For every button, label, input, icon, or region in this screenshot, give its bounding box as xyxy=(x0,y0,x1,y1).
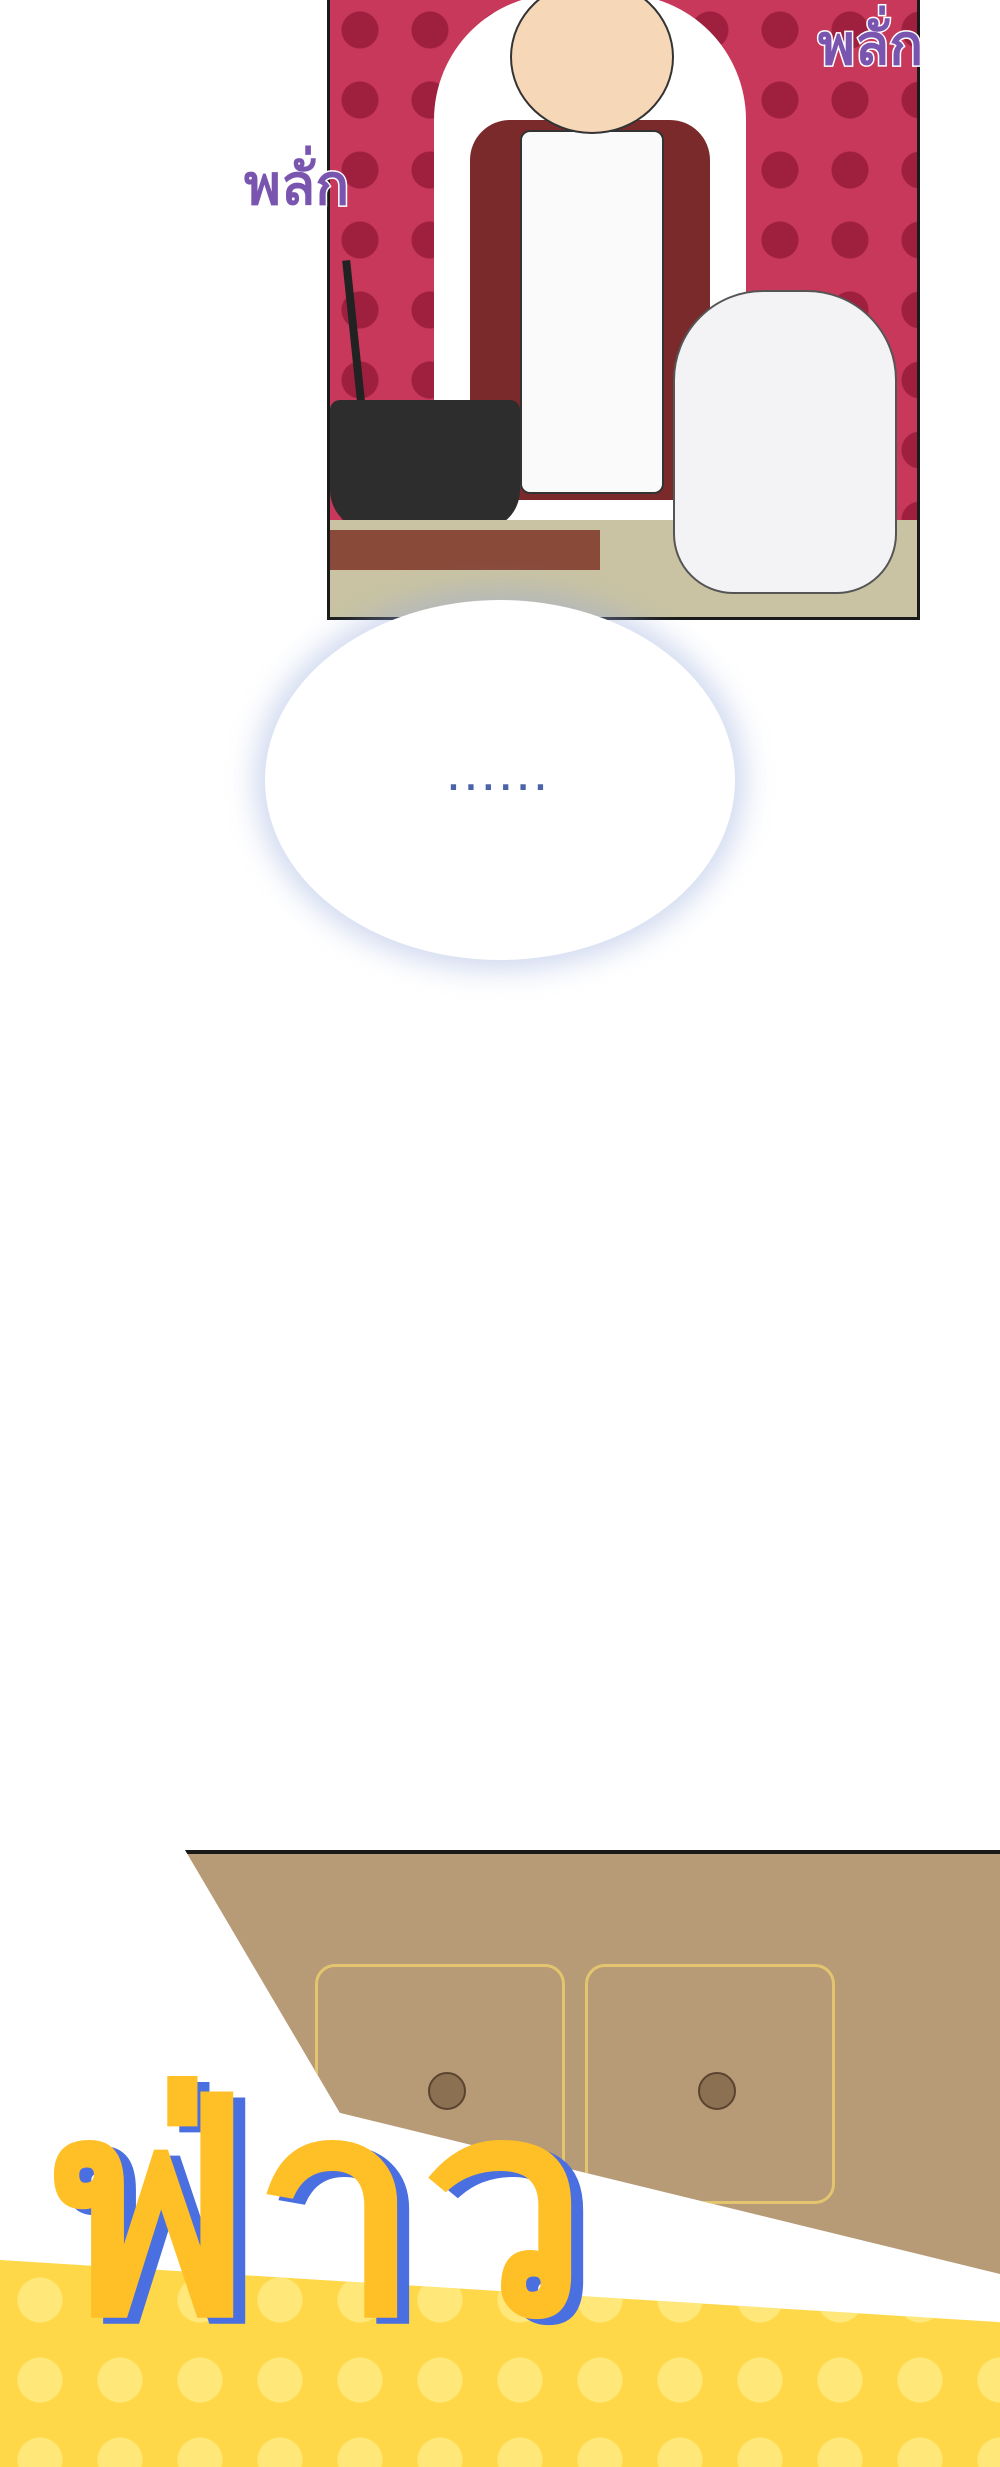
big-sound-effect: ฟ่าว xyxy=(40,2035,590,2384)
winged-bunny-creature xyxy=(673,290,897,594)
sound-effect-left: พลั่ก xyxy=(242,152,350,220)
speech-bubble-text: ...... xyxy=(447,762,553,798)
cabinet-knob-right xyxy=(697,2072,736,2111)
chopsticks xyxy=(342,259,366,411)
maid-head xyxy=(510,0,674,134)
cabinet-door-right xyxy=(585,1964,835,2204)
cooking-pot xyxy=(330,400,520,530)
wooden-board xyxy=(330,530,600,570)
maid-apron xyxy=(520,130,664,494)
sound-effect-right: พลั่ก xyxy=(816,12,924,80)
speech-bubble: ...... xyxy=(265,600,735,960)
top-panel-illustration xyxy=(327,0,920,620)
